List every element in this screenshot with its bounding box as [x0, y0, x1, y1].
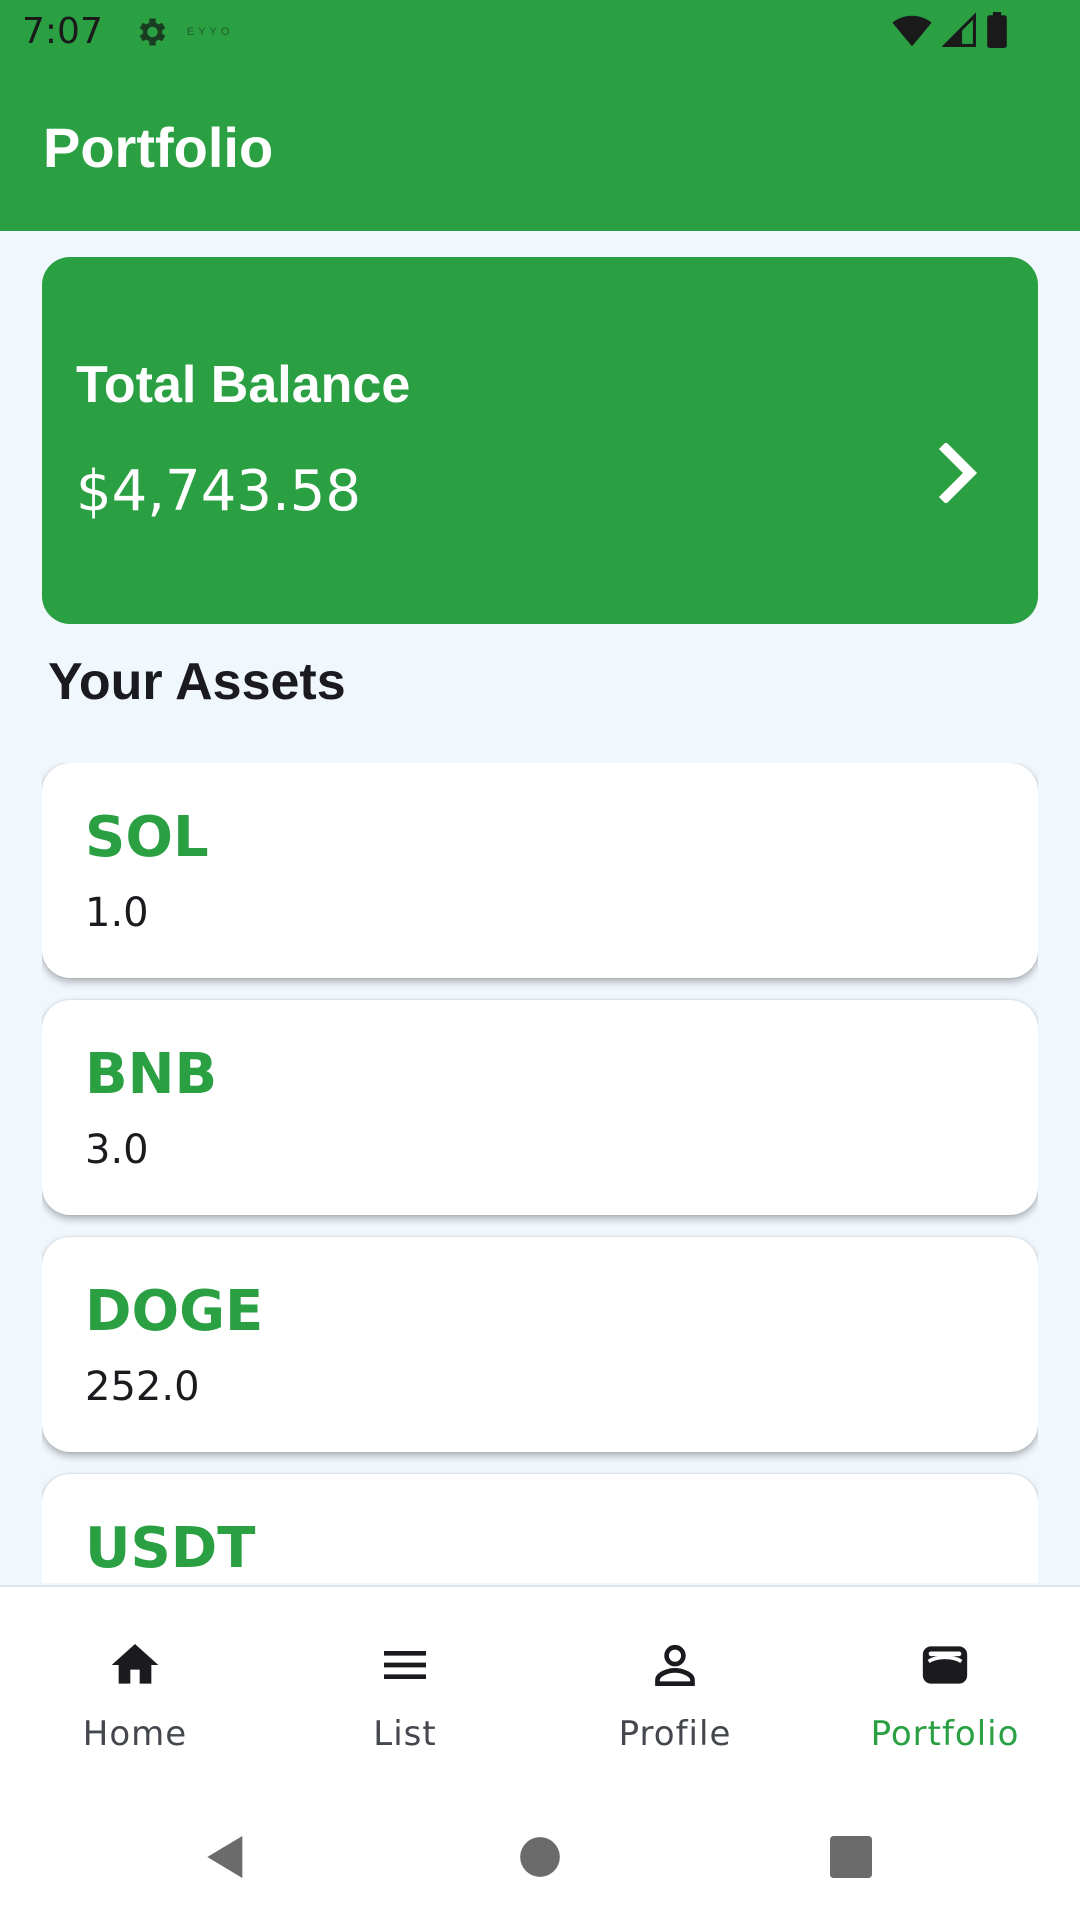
nav-label: List [373, 1714, 437, 1754]
nav-item-profile[interactable]: Profile [540, 1587, 810, 1793]
total-balance-card[interactable]: Total Balance $4,743.58 [42, 257, 1038, 624]
home-button-icon[interactable] [512, 1829, 568, 1885]
app-bar: Portfolio [0, 63, 1080, 231]
back-icon[interactable] [198, 1829, 254, 1885]
your-assets-heading: Your Assets [48, 653, 346, 711]
status-bar: 7:07 EYYO [0, 0, 1080, 63]
system-navigation-bar [0, 1793, 1080, 1920]
asset-symbol: USDT [85, 1516, 256, 1581]
status-time: 7:07 [22, 11, 103, 52]
asset-card-sol[interactable]: SOL 1.0 [42, 763, 1038, 978]
list-icon [384, 1651, 426, 1679]
nav-label: Profile [618, 1714, 732, 1754]
status-tag: EYYO [186, 25, 234, 38]
page-title: Portfolio [43, 116, 274, 179]
asset-amount: 1.0 [85, 890, 149, 936]
nav-item-list[interactable]: List [270, 1587, 540, 1793]
asset-amount: 252.0 [85, 1364, 200, 1410]
total-balance-value: $4,743.58 [76, 459, 362, 524]
asset-card-doge[interactable]: DOGE 252.0 [42, 1237, 1038, 1452]
asset-symbol: SOL [85, 805, 209, 870]
asset-card-bnb[interactable]: BNB 3.0 [42, 1000, 1038, 1215]
wallet-icon [922, 1646, 968, 1684]
bottom-navigation: Home List Profile Portfolio [0, 1585, 1080, 1793]
chevron-right-icon[interactable] [938, 443, 982, 503]
asset-symbol: BNB [85, 1042, 218, 1107]
asset-card-usdt[interactable]: USDT [42, 1474, 1038, 1583]
total-balance-label: Total Balance [76, 356, 411, 414]
battery-icon [987, 12, 1007, 48]
profile-icon [655, 1644, 695, 1686]
asset-symbol: DOGE [85, 1279, 264, 1344]
home-icon [111, 1644, 159, 1684]
signal-icon [942, 12, 976, 47]
nav-item-home[interactable]: Home [0, 1587, 270, 1793]
nav-label: Home [82, 1714, 188, 1754]
asset-list[interactable]: SOL 1.0 BNB 3.0 DOGE 252.0 USDT [42, 763, 1038, 1583]
asset-amount: 3.0 [85, 1127, 149, 1173]
nav-item-portfolio[interactable]: Portfolio [810, 1587, 1080, 1793]
nav-label: Portfolio [870, 1714, 1020, 1754]
wifi-icon [892, 15, 932, 47]
gear-icon [139, 18, 166, 45]
recents-icon[interactable] [823, 1829, 879, 1885]
